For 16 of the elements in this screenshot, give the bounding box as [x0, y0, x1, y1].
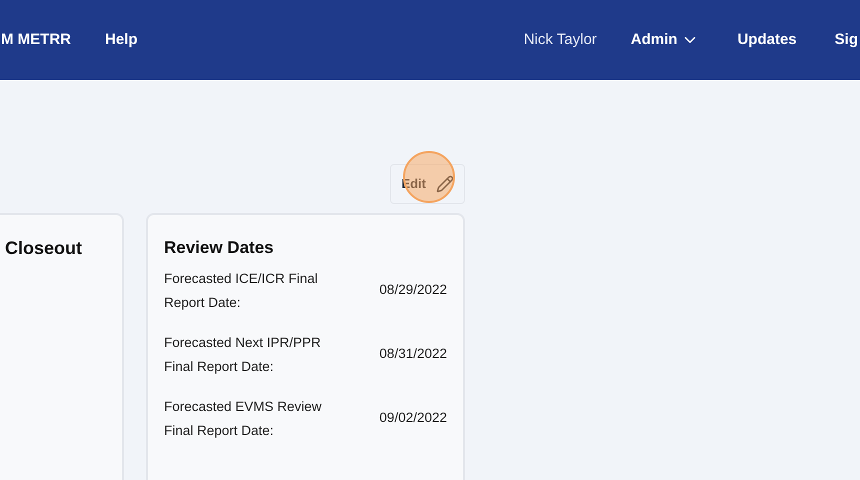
- nav-link[interactable]: Updates: [737, 28, 797, 52]
- card-title: Review Dates: [164, 237, 275, 259]
- date-value: 09/02/2022: [379, 409, 447, 428]
- card-title: Closeout: [4, 237, 82, 260]
- user-name: Nick Taylor: [524, 30, 597, 50]
- date-label: Forecasted EVMS Review Final Report Date:: [164, 398, 323, 440]
- date-label: Forecasted ICE/ICR Final Report Date:: [164, 270, 319, 312]
- date-label: Forecasted Next IPR/PPR Final Report Date:: [164, 334, 322, 376]
- admin-menu-button[interactable]: Admin: [630, 28, 700, 52]
- nav-link[interactable]: Sig: [834, 28, 858, 52]
- date-value: 08/31/2022: [379, 345, 447, 364]
- pencil-icon: [436, 175, 454, 193]
- nav-link[interactable]: Help: [105, 28, 138, 52]
- date-value: 08/29/2022: [379, 281, 447, 300]
- click-highlight: [403, 151, 455, 203]
- nav-link[interactable]: M METRR: [1, 28, 71, 52]
